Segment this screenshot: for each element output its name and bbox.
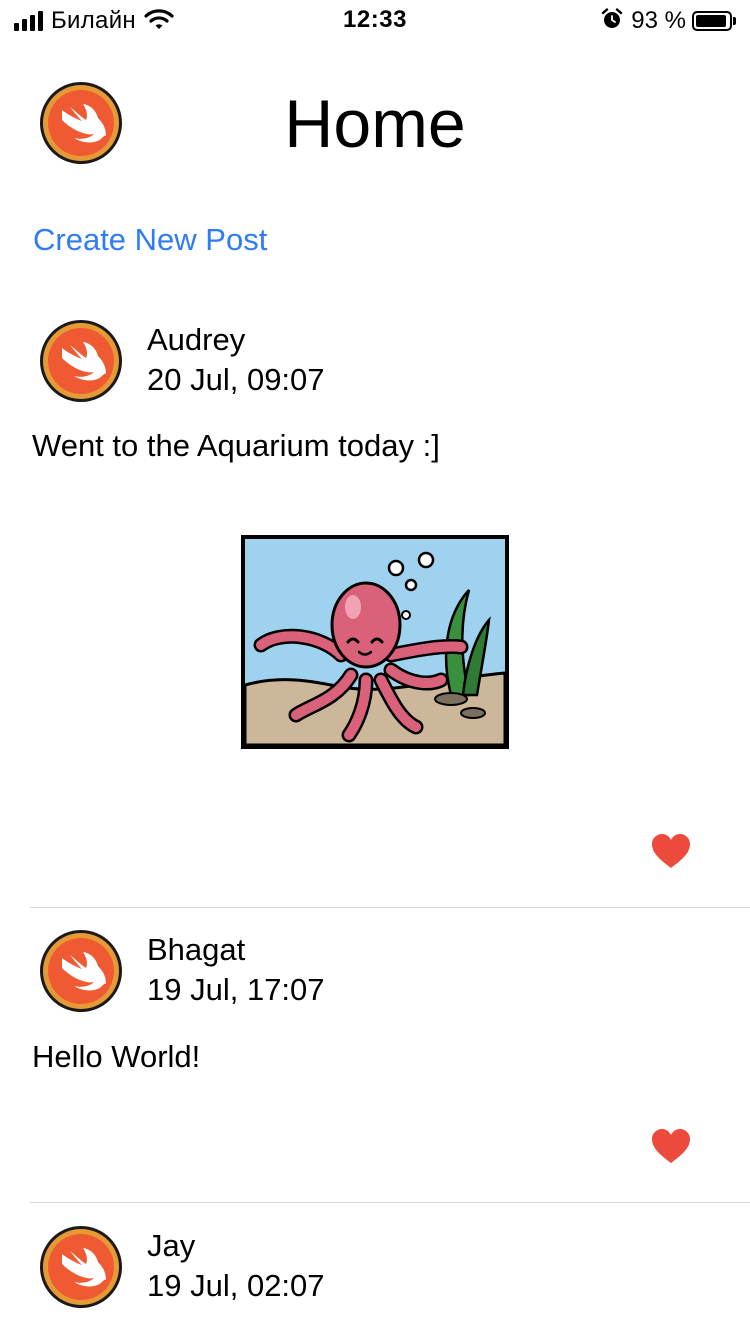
status-bar: Билайн 12:33 93 % <box>0 0 750 40</box>
swift-logo-avatar[interactable] <box>38 318 124 404</box>
create-new-post-link[interactable]: Create New Post <box>33 220 267 260</box>
battery-fill <box>696 15 726 27</box>
post-timestamp: 20 Jul, 09:07 <box>147 362 325 397</box>
like-heart-icon[interactable] <box>650 1127 692 1165</box>
status-bar-right: 93 % <box>601 6 736 36</box>
home-screen: Билайн 12:33 93 % Home Create New Post A… <box>0 0 750 1334</box>
post-card: Bhagat 19 Jul, 17:07 Hello World! <box>30 908 750 1203</box>
page-title: Home <box>284 86 466 162</box>
battery-icon <box>692 11 732 31</box>
post-author: Bhagat <box>147 932 246 967</box>
battery-nub <box>733 17 736 25</box>
like-heart-icon[interactable] <box>650 832 692 870</box>
post-feed: Audrey 20 Jul, 09:07 Went to the Aquariu… <box>0 300 750 1334</box>
post-card: Audrey 20 Jul, 09:07 Went to the Aquariu… <box>30 300 750 908</box>
post-text: Went to the Aquarium today :] <box>32 428 440 463</box>
alarm-icon <box>601 7 623 35</box>
post-timestamp: 19 Jul, 17:07 <box>147 972 325 1007</box>
post-author: Audrey <box>147 322 246 357</box>
post-timestamp: 19 Jul, 02:07 <box>147 1268 325 1303</box>
post-card: Jay 19 Jul, 02:07 <box>30 1203 750 1334</box>
post-text: Hello World! <box>32 1039 201 1074</box>
post-author: Jay <box>147 1228 196 1263</box>
swift-logo-avatar[interactable] <box>38 1224 124 1310</box>
battery-percent: 93 % <box>631 7 686 34</box>
octopus-aquarium-illustration[interactable] <box>241 535 509 749</box>
swift-logo-avatar[interactable] <box>38 928 124 1014</box>
